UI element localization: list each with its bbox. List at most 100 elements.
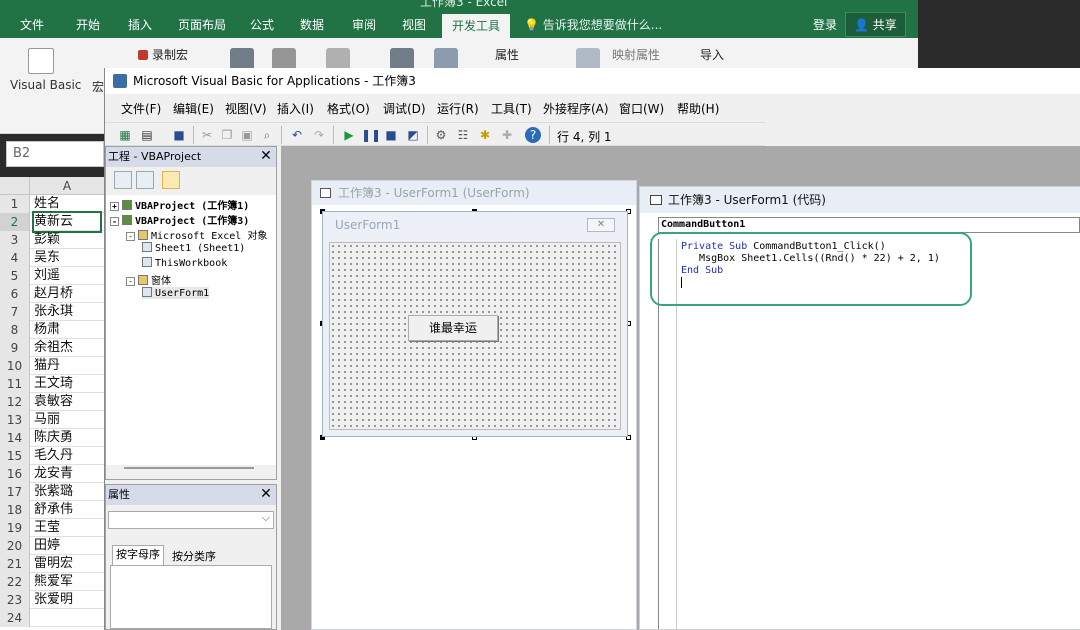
table-row[interactable]: 20 田婷 [0,537,104,555]
com-addins-icon[interactable] [326,48,350,70]
tree-node[interactable]: - Microsoft Excel 对象 [126,227,267,242]
cell-a[interactable]: 猫丹 [34,357,60,375]
cell-a[interactable]: 杨肃 [34,321,60,339]
row-number[interactable]: 23 [0,591,30,609]
cell-a[interactable]: 黄新云 [32,211,102,233]
cell-a[interactable]: 袁敏容 [34,393,73,411]
paste-icon[interactable]: ▣ [239,127,255,143]
login-link[interactable]: 登录 [813,16,837,33]
visual-basic-icon[interactable] [28,48,54,74]
table-row[interactable]: 11 王文琦 [0,375,104,393]
menu-addins[interactable]: 外接程序(A) [543,100,609,117]
design-mode-icon[interactable] [434,48,458,70]
table-row[interactable]: 2 黄新云 [0,211,104,233]
table-row[interactable]: 4 吴东 [0,249,104,267]
table-row[interactable]: 12 袁敏容 [0,393,104,411]
toggle-folders-button[interactable] [162,171,180,189]
cell-a[interactable]: 吴东 [34,249,60,267]
properties-button[interactable]: 属性 [495,46,519,63]
cell-a[interactable]: 张紫璐 [34,483,73,501]
cut-icon[interactable]: ✂ [199,127,215,143]
table-row[interactable]: 10 猫丹 [0,357,104,375]
cell-a[interactable]: 田婷 [34,537,60,555]
row-number[interactable]: 16 [0,465,30,483]
gear-icon[interactable] [272,48,296,70]
cell-a[interactable]: 刘遥 [34,267,60,285]
column-header-a[interactable]: A [30,177,104,195]
table-row[interactable]: 15 毛久丹 [0,447,104,465]
tab-data[interactable]: 数据 [300,16,324,33]
table-row[interactable]: 9 余祖杰 [0,339,104,357]
table-row[interactable]: 14 陈庆勇 [0,429,104,447]
collapse-icon[interactable]: - [110,217,119,226]
userform[interactable]: UserForm1 ✕ 谁最幸运 [322,211,628,437]
designer-title-bar[interactable]: 工作簿3 - UserForm1 (UserForm) [312,181,636,205]
row-number[interactable]: 19 [0,519,30,537]
run-icon[interactable]: ▶ [341,127,357,143]
menu-insert[interactable]: 插入(I) [277,100,314,117]
cell-a[interactable]: 熊爱军 [34,573,73,591]
row-number[interactable]: 6 [0,285,30,303]
macros-button[interactable]: 宏 [92,78,104,95]
menu-view[interactable]: 视图(V) [225,100,267,117]
toolbox-icon[interactable] [390,48,414,70]
row-number[interactable]: 7 [0,303,30,321]
insert-object-icon[interactable]: ▤ [139,127,155,143]
row-number[interactable]: 5 [0,267,30,285]
tell-me-search[interactable]: 💡 告诉我您想要做什么... [524,16,662,33]
row-number[interactable]: 21 [0,555,30,573]
cell-a[interactable]: 王莹 [34,519,60,537]
visual-basic-button[interactable]: Visual Basic [10,78,81,92]
row-number[interactable]: 3 [0,231,30,249]
close-icon[interactable]: ✕ [587,218,615,232]
menu-format[interactable]: 格式(O) [327,100,370,117]
properties-window-icon[interactable]: ☷ [455,127,471,143]
row-number[interactable]: 10 [0,357,30,375]
tab-categorized[interactable]: 按分类序 [172,548,216,564]
row-number[interactable]: 18 [0,501,30,519]
table-row[interactable]: 19 王莹 [0,519,104,537]
table-row[interactable]: 8 杨肃 [0,321,104,339]
row-number[interactable]: 8 [0,321,30,339]
stop-icon[interactable]: ■ [383,127,399,143]
name-box[interactable]: B2 [6,141,104,167]
menu-window[interactable]: 窗口(W) [619,100,664,117]
close-icon[interactable]: ✕ [258,486,274,502]
project-explorer-icon[interactable]: ⚙ [433,127,449,143]
tab-page-layout[interactable]: 页面布局 [178,16,226,33]
view-object-button[interactable] [136,171,154,189]
tab-formulas[interactable]: 公式 [250,16,274,33]
tab-view[interactable]: 视图 [402,16,426,33]
cell-a[interactable]: 余祖杰 [34,339,73,357]
tab-home[interactable]: 开始 [76,16,100,33]
cell-a[interactable]: 马丽 [34,411,60,429]
object-browser-icon[interactable]: ✱ [477,127,493,143]
properties-grid[interactable] [110,565,272,629]
undo-icon[interactable]: ↶ [289,127,305,143]
table-row[interactable]: 22 熊爱军 [0,573,104,591]
row-number[interactable]: 17 [0,483,30,501]
toolbox-icon[interactable]: ✚ [499,127,515,143]
worksheet-grid[interactable]: A 1 姓名 2 黄新云 3 彭颖 4 吴东 5 刘遥 6 赵月桥 7 张永琪 8 杨肃 9 余祖杰 10 猫丹 11 王… [0,177,104,630]
tab-review[interactable]: 审阅 [352,16,376,33]
source-icon[interactable] [576,48,600,70]
add-ins-icon[interactable] [230,48,254,70]
table-row[interactable]: 7 张永琪 [0,303,104,321]
cell-a[interactable]: 彭颖 [34,231,60,249]
cell-a[interactable]: 张爱明 [34,591,73,609]
table-row[interactable]: 6 赵月桥 [0,285,104,303]
tree-node[interactable]: ThisWorkbook [142,257,227,269]
cell-a[interactable]: 毛久丹 [34,447,73,465]
row-number[interactable]: 9 [0,339,30,357]
cell-a[interactable]: 王文琦 [34,375,73,393]
record-macro-button[interactable]: 录制宏 [138,46,188,63]
tree-node[interactable]: + VBAProject (工作簿1) [110,197,249,212]
command-button[interactable]: 谁最幸运 [408,315,498,341]
table-row[interactable]: 17 张紫璐 [0,483,104,501]
object-combo[interactable]: CommandButton1 [658,217,1080,233]
row-number[interactable]: 4 [0,249,30,267]
userform-grid[interactable]: 谁最幸运 [329,242,621,430]
menu-file[interactable]: 文件(F) [121,100,161,117]
horizontal-scrollbar[interactable] [124,467,254,469]
object-select[interactable] [108,511,274,529]
